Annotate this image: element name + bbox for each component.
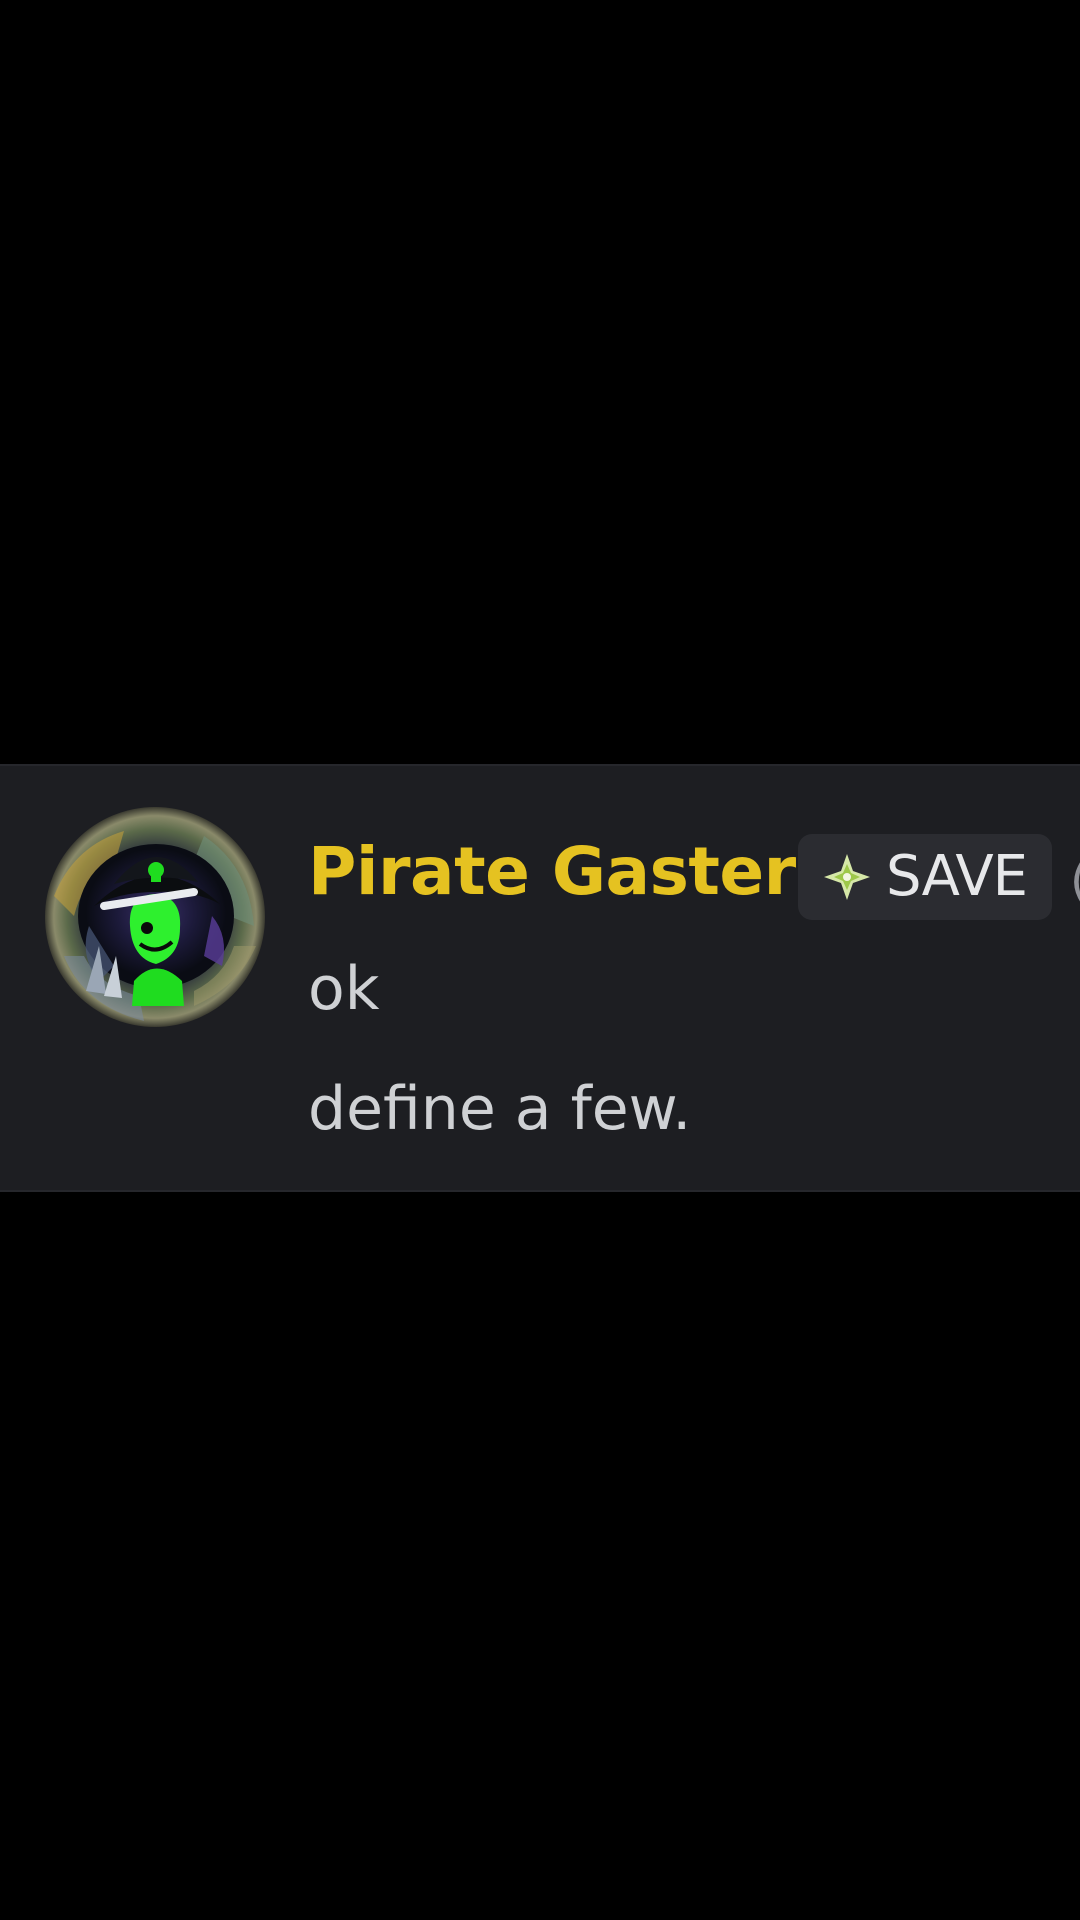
avatar[interactable] bbox=[44, 806, 266, 1028]
message-line: ok bbox=[308, 954, 380, 1024]
message-line: define a few. bbox=[308, 1074, 692, 1144]
pirate-avatar-icon bbox=[45, 807, 265, 1027]
guild-tag-badge[interactable]: SAVE bbox=[798, 834, 1052, 920]
sparkle-diamond-icon bbox=[820, 850, 874, 904]
screen: Pirate Gaster SAVE ( ok define a few. bbox=[0, 0, 1080, 1920]
truncated-icon: ( bbox=[1070, 856, 1080, 906]
chat-message: Pirate Gaster SAVE ( ok define a few. bbox=[0, 764, 1080, 1192]
guild-tag-label: SAVE bbox=[886, 844, 1028, 909]
author-name[interactable]: Pirate Gaster bbox=[308, 832, 796, 912]
